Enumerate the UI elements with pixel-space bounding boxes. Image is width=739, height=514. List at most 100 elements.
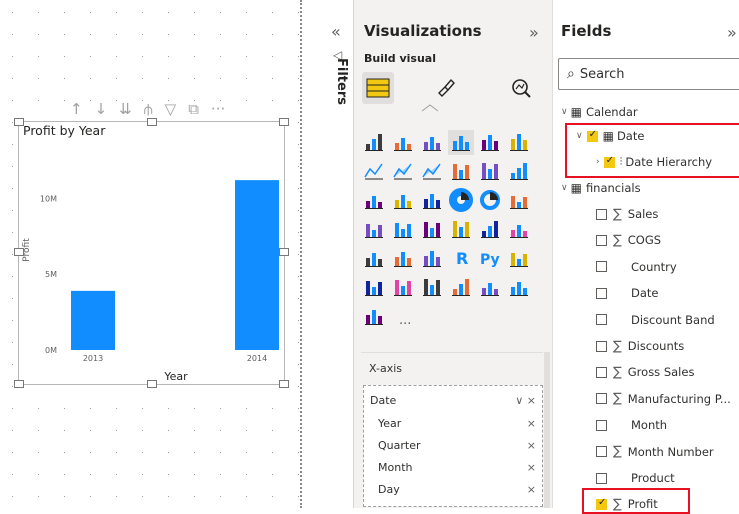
ribbon-chart-icon[interactable] bbox=[510, 163, 528, 180]
waterfall-icon[interactable] bbox=[365, 196, 383, 209]
field-checkbox[interactable] bbox=[596, 340, 607, 352]
field-cogs[interactable]: ∑ COGS bbox=[596, 230, 661, 250]
100-column-icon[interactable] bbox=[510, 134, 528, 151]
power-automate-icon[interactable] bbox=[510, 282, 528, 296]
line-clustered-column-icon[interactable] bbox=[481, 163, 499, 180]
double-arrow-down-icon[interactable]: ⇊ bbox=[119, 100, 132, 120]
expand-hierarchy-icon[interactable]: ⫛ bbox=[144, 100, 153, 120]
multi-row-card-icon[interactable] bbox=[481, 221, 499, 238]
field-checkbox[interactable] bbox=[596, 446, 607, 458]
format-visual-tab[interactable] bbox=[430, 72, 462, 104]
stacked-bar-icon[interactable] bbox=[365, 134, 383, 151]
bar[interactable] bbox=[235, 180, 279, 350]
filter-icon[interactable]: ▽ bbox=[165, 100, 177, 120]
bar[interactable] bbox=[71, 290, 115, 350]
well-field-date[interactable]: Date ∨ × bbox=[370, 390, 536, 410]
resize-handle[interactable] bbox=[279, 248, 289, 256]
table-calendar[interactable]: ∨ ▦ Calendar bbox=[561, 102, 638, 122]
paginated-report-icon[interactable] bbox=[452, 279, 470, 296]
field-checkbox[interactable] bbox=[596, 314, 607, 326]
r-visual-icon[interactable]: R bbox=[456, 249, 468, 268]
smart-narrative-icon[interactable] bbox=[423, 279, 441, 296]
gauge-icon[interactable] bbox=[423, 222, 441, 238]
field-checkbox[interactable] bbox=[596, 393, 607, 405]
field-checkbox[interactable] bbox=[596, 472, 607, 484]
scatter-icon[interactable] bbox=[423, 194, 441, 209]
resize-handle[interactable] bbox=[279, 118, 289, 126]
field-manufacturing-p[interactable]: ∑ Manufacturing P... bbox=[596, 389, 731, 409]
filters-label[interactable]: Filters bbox=[334, 58, 349, 105]
line-column-icon[interactable] bbox=[452, 164, 470, 180]
resize-handle[interactable] bbox=[14, 118, 24, 126]
field-checkbox[interactable] bbox=[596, 208, 607, 220]
stacked-column-icon[interactable] bbox=[394, 138, 412, 151]
pie-chart-icon[interactable] bbox=[449, 188, 473, 212]
filled-map-icon[interactable] bbox=[394, 223, 412, 238]
remove-level-button[interactable]: × bbox=[527, 417, 536, 430]
field-checkbox[interactable] bbox=[596, 366, 607, 378]
power-apps-icon[interactable] bbox=[481, 283, 499, 296]
field-checkbox[interactable] bbox=[596, 234, 607, 246]
chevron-down-icon[interactable]: ∨ bbox=[515, 394, 523, 407]
well-hierarchy-level[interactable]: Month × bbox=[378, 457, 536, 477]
python-visual-icon[interactable]: Py bbox=[480, 252, 500, 268]
treemap-icon[interactable] bbox=[510, 196, 528, 209]
resize-handle[interactable] bbox=[147, 380, 157, 388]
field-month[interactable]: Month bbox=[596, 415, 667, 435]
field-checkbox[interactable] bbox=[596, 287, 607, 299]
resize-handle[interactable] bbox=[14, 248, 24, 256]
matrix-icon[interactable] bbox=[423, 251, 441, 267]
more-options-icon[interactable]: ··· bbox=[211, 100, 225, 120]
funnel-icon[interactable] bbox=[394, 195, 412, 209]
remove-level-button[interactable]: × bbox=[527, 461, 536, 474]
scrollbar[interactable] bbox=[544, 352, 550, 508]
field-sales[interactable]: ∑ Sales bbox=[596, 204, 658, 224]
area-chart-icon[interactable] bbox=[393, 163, 412, 180]
field-discount-band[interactable]: Discount Band bbox=[596, 310, 715, 330]
field-checkbox[interactable] bbox=[596, 261, 607, 273]
field-country[interactable]: Country bbox=[596, 257, 677, 277]
kpi-icon[interactable] bbox=[510, 225, 528, 238]
stacked-area-icon[interactable] bbox=[422, 163, 441, 180]
expand-visualizations-button[interactable]: » bbox=[529, 23, 539, 42]
resize-handle[interactable] bbox=[279, 380, 289, 388]
analytics-tab[interactable] bbox=[505, 72, 537, 104]
x-axis-field-well[interactable]: Date ∨ × Year × Quarter × Month × Day × bbox=[363, 385, 543, 507]
donut-chart-icon[interactable] bbox=[480, 190, 500, 210]
100-bar-icon[interactable] bbox=[481, 135, 499, 151]
well-hierarchy-level[interactable]: Quarter × bbox=[378, 435, 536, 455]
map-icon[interactable] bbox=[365, 224, 383, 238]
get-more-visuals-icon[interactable] bbox=[365, 310, 383, 325]
qa-icon[interactable] bbox=[394, 280, 412, 296]
fields-search-input[interactable]: ⌕ Search bbox=[558, 58, 739, 90]
build-visual-tab[interactable] bbox=[362, 72, 394, 104]
card-icon[interactable] bbox=[452, 221, 470, 238]
collapse-filters-button[interactable]: « bbox=[331, 22, 341, 41]
decomposition-tree-icon[interactable] bbox=[365, 281, 383, 296]
key-influencers-icon[interactable] bbox=[510, 253, 528, 267]
table-financials[interactable]: ∨ ▦ financials bbox=[561, 178, 641, 198]
remove-field-button[interactable]: × bbox=[527, 394, 536, 407]
arrow-down-icon[interactable]: ↓ bbox=[95, 100, 108, 120]
field-checkbox[interactable] bbox=[596, 419, 607, 431]
well-hierarchy-level[interactable]: Year × bbox=[378, 413, 536, 433]
bar-chart-visual[interactable]: Profit by Year 0M 5M 10M 2013 2014 Year Prof… bbox=[14, 118, 289, 388]
remove-level-button[interactable]: × bbox=[527, 483, 536, 496]
well-hierarchy-level[interactable]: Day × bbox=[378, 479, 536, 499]
resize-handle[interactable] bbox=[147, 118, 157, 126]
line-chart-icon[interactable] bbox=[364, 163, 383, 180]
field-gross-sales[interactable]: ∑ Gross Sales bbox=[596, 362, 694, 382]
arrow-up-icon[interactable]: ↑ bbox=[70, 100, 83, 120]
field-product[interactable]: Product bbox=[596, 468, 675, 488]
clustered-column-icon[interactable] bbox=[448, 130, 474, 155]
focus-mode-icon[interactable]: ⧉ bbox=[188, 100, 199, 120]
table-icon[interactable] bbox=[394, 252, 412, 267]
field-month-number[interactable]: ∑ Month Number bbox=[596, 442, 714, 462]
clustered-bar-icon[interactable] bbox=[423, 137, 441, 151]
more-visuals-button[interactable]: ··· bbox=[399, 317, 411, 332]
field-discounts[interactable]: ∑ Discounts bbox=[596, 336, 684, 356]
expand-fields-button[interactable]: » bbox=[727, 23, 737, 42]
slicer-icon[interactable] bbox=[365, 253, 383, 267]
field-date[interactable]: Date bbox=[596, 283, 659, 303]
remove-level-button[interactable]: × bbox=[527, 439, 536, 452]
